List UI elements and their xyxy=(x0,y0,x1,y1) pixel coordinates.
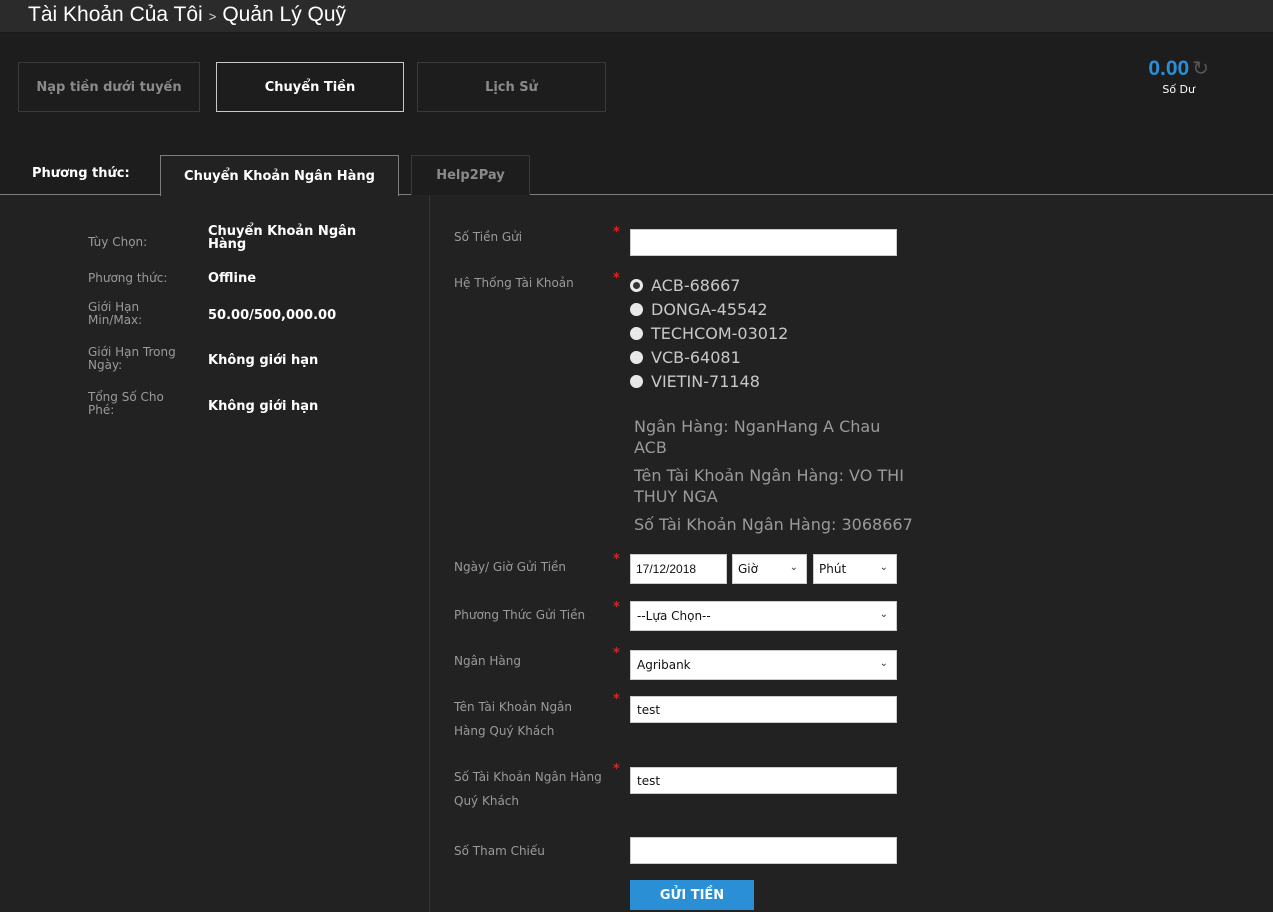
deposit-button[interactable]: Nạp tiền dưới tuyến xyxy=(18,62,200,112)
info-total-allowed-label: Tổng Số Cho Phé: xyxy=(88,390,164,417)
info-option-label: Tùy Chọn: xyxy=(88,235,148,249)
tab-bank-transfer[interactable]: Chuyển Khoản Ngân Hàng xyxy=(160,155,399,196)
required-mark: * xyxy=(613,762,620,777)
bank-account-number-info: Số Tài Khoản Ngân Hàng: 3068667 xyxy=(634,515,913,534)
chevron-down-icon: ⌄ xyxy=(789,562,798,573)
bank-select[interactable]: Agribank ⌄ xyxy=(630,650,897,680)
method-tab-bar: Phương thức: Chuyển Khoản Ngân Hàng Help… xyxy=(0,155,1273,196)
radio-checked-icon[interactable] xyxy=(630,278,643,292)
customer-account-name-input[interactable] xyxy=(630,696,897,723)
submit-deposit-button[interactable]: GỬI TIỀN xyxy=(630,880,754,910)
radio-option-vietin[interactable]: VIETIN-71148 xyxy=(630,369,760,393)
radio-label: VIETIN-71148 xyxy=(651,371,760,391)
minute-select-value: Phút xyxy=(819,562,847,576)
method-info-panel: Tùy Chọn: Chuyển Khoản Ngân Hàng Phương … xyxy=(0,195,430,912)
deposit-method-label: Phương Thức Gửi Tiền xyxy=(454,608,586,622)
balance-amount: 0.00 xyxy=(1148,57,1190,80)
deposit-datetime-label: Ngày/ Giờ Gửi Tiền xyxy=(454,560,567,574)
hour-select[interactable]: Giờ ⌄ xyxy=(732,554,807,584)
required-mark: * xyxy=(613,552,620,567)
reference-input[interactable] xyxy=(630,837,897,864)
radio-option-vcb[interactable]: VCB-64081 xyxy=(630,345,741,369)
radio-option-donga[interactable]: DONGA-45542 xyxy=(630,297,768,321)
method-label: Phương thức: xyxy=(32,166,130,181)
radio-label: DONGA-45542 xyxy=(651,299,768,319)
deposit-date-input[interactable] xyxy=(630,554,727,584)
deposit-method-select[interactable]: --Lựa Chọn-- ⌄ xyxy=(630,601,897,631)
info-total-allowed-value: Không giới hạn xyxy=(208,399,319,414)
radio-icon[interactable] xyxy=(630,374,643,388)
content-area: Tùy Chọn: Chuyển Khoản Ngân Hàng Phương … xyxy=(0,195,1273,912)
minute-select[interactable]: Phút ⌄ xyxy=(813,554,897,584)
chevron-down-icon: ⌄ xyxy=(879,658,888,669)
customer-account-number-label: Số Tài Khoản Ngân Hàng Quý Khách xyxy=(454,770,602,808)
deposit-method-value: --Lựa Chọn-- xyxy=(637,609,711,623)
radio-label: ACB-68667 xyxy=(651,275,741,295)
radio-icon[interactable] xyxy=(630,350,643,364)
bank-select-value: Agribank xyxy=(637,658,691,672)
breadcrumb: Tài Khoản Của Tôi > Quản Lý Quỹ xyxy=(28,3,346,27)
customer-account-number-input[interactable] xyxy=(630,767,897,794)
info-daily-limit-label: Giới Hạn Trong Ngày: xyxy=(88,345,176,372)
account-system-label: Hệ Thống Tài Khoản xyxy=(454,276,574,290)
history-button[interactable]: Lịch Sử xyxy=(417,62,606,112)
radio-option-acb[interactable]: ACB-68667 xyxy=(630,273,740,297)
title-bar: Tài Khoản Của Tôi > Quản Lý Quỹ xyxy=(0,0,1273,33)
customer-account-name-label: Tên Tài Khoản Ngân Hàng Quý Khách xyxy=(454,700,573,738)
bank-name-info: Ngân Hàng: NganHang A Chau ACB xyxy=(634,417,881,457)
reference-label: Số Tham Chiếu xyxy=(454,844,545,858)
chevron-down-icon: ⌄ xyxy=(879,609,888,620)
hour-select-value: Giờ xyxy=(738,562,758,576)
tab-help2pay[interactable]: Help2Pay xyxy=(411,155,530,195)
info-option-value: Chuyển Khoản Ngân Hàng xyxy=(208,224,357,252)
info-method-label: Phương thức: xyxy=(88,271,168,285)
radio-label: VCB-64081 xyxy=(651,347,741,367)
chevron-down-icon: ⌄ xyxy=(879,562,888,573)
refresh-icon[interactable]: ↻ xyxy=(1192,56,1209,80)
amount-input[interactable] xyxy=(630,229,897,256)
balance-panel: 0.00 ↻ Số Dư xyxy=(1148,56,1209,96)
radio-icon[interactable] xyxy=(630,302,643,316)
fund-nav-bar: Nạp tiền dưới tuyến Chuyển Tiền Lịch Sử … xyxy=(0,33,1273,155)
info-limit-value: 50.00/500,000.00 xyxy=(208,308,337,323)
required-mark: * xyxy=(613,271,620,286)
breadcrumb-separator: > xyxy=(208,9,217,24)
bank-label: Ngân Hàng xyxy=(454,654,521,668)
required-mark: * xyxy=(613,692,620,707)
bank-account-name-info: Tên Tài Khoản Ngân Hàng: VO THI THUY NGA xyxy=(634,466,904,506)
radio-label: TECHCOM-03012 xyxy=(651,323,789,343)
breadcrumb-my-account[interactable]: Tài Khoản Của Tôi xyxy=(28,3,203,26)
amount-label: Số Tiền Gửi xyxy=(454,230,523,244)
required-mark: * xyxy=(613,225,620,240)
radio-icon[interactable] xyxy=(630,326,643,340)
info-daily-limit-value: Không giới hạn xyxy=(208,353,319,368)
required-mark: * xyxy=(613,600,620,615)
breadcrumb-fund-management: Quản Lý Quỹ xyxy=(222,3,347,26)
balance-label: Số Dư xyxy=(1162,83,1195,96)
required-mark: * xyxy=(613,646,620,661)
transfer-button[interactable]: Chuyển Tiền xyxy=(216,62,404,112)
radio-option-techcom[interactable]: TECHCOM-03012 xyxy=(630,321,788,345)
info-method-value: Offline xyxy=(208,271,257,286)
info-limit-label: Giới Hạn Min/Max: xyxy=(88,300,143,327)
